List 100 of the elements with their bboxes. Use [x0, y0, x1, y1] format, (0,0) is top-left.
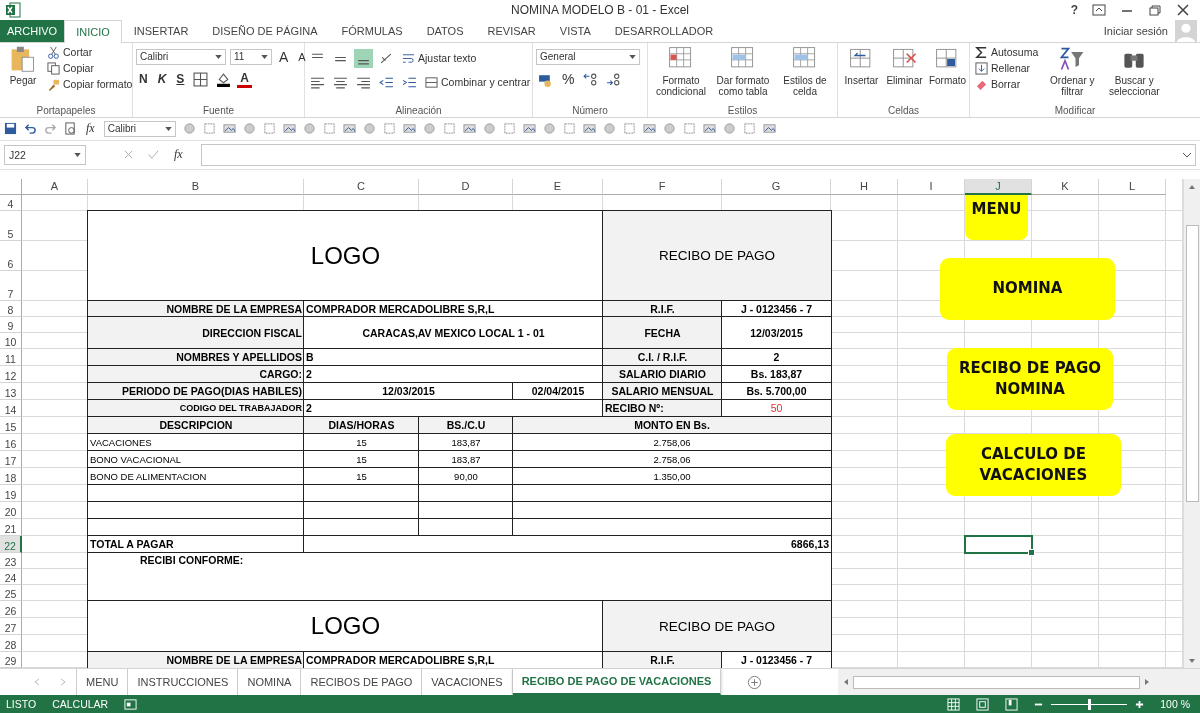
bold-button[interactable]: N [136, 72, 151, 87]
fill-down-icon [975, 61, 988, 75]
image-icon[interactable] [762, 122, 776, 136]
font-size-field[interactable]: 11 [230, 48, 272, 65]
restore-icon[interactable] [1148, 4, 1162, 16]
zoom-level[interactable]: 100 % [1160, 698, 1190, 710]
image-icon[interactable] [342, 122, 356, 136]
scroll-thumb[interactable] [1185, 224, 1199, 502]
page-break-icon[interactable] [1005, 697, 1019, 711]
styles-button[interactable]: Formato condicional [651, 44, 711, 97]
column-header[interactable]: E [513, 178, 603, 195]
row-header[interactable]: 5 [0, 210, 22, 241]
zoom-thumb[interactable] [1088, 698, 1092, 710]
add-sheet-icon[interactable] [747, 674, 763, 690]
image-icon[interactable] [282, 122, 296, 136]
sheet-button[interactable]: NOMINA [940, 257, 1115, 320]
sheet-button[interactable]: RECIBO DE PAGO NOMINA [947, 347, 1113, 410]
cells-button[interactable]: Eliminar [884, 44, 925, 86]
name-box[interactable]: J22 [4, 144, 86, 165]
ribbon-tab[interactable]: DATOS [414, 19, 476, 42]
vertical-scrollbar[interactable] [1183, 178, 1200, 669]
find-select-button[interactable]: Buscar y seleccionar [1104, 44, 1165, 97]
expand-icon[interactable] [1182, 151, 1192, 158]
ribbon-tab[interactable]: VISTA [547, 19, 603, 42]
styles-button[interactable]: Dar formato como tabla [713, 44, 773, 97]
insert-function-button[interactable]: fx [84, 121, 97, 137]
image-icon[interactable] [642, 122, 656, 136]
scroll-thumb[interactable] [853, 675, 1140, 689]
ribbon-tab[interactable]: DESARROLLADOR [602, 19, 726, 42]
styles-button[interactable]: Estilos de celda [775, 44, 835, 97]
merge-center-button[interactable]: Combinar y centrar [423, 74, 533, 90]
column-header[interactable]: F [603, 178, 722, 195]
image-icon[interactable] [222, 122, 236, 136]
normal-view-icon[interactable] [947, 697, 961, 711]
column-header[interactable]: H [831, 178, 898, 195]
font-color-button[interactable]: A [237, 70, 253, 88]
column-header[interactable]: K [1032, 178, 1099, 195]
sheet-button[interactable]: MENU [965, 194, 1028, 240]
column-header[interactable]: L [1099, 178, 1166, 195]
column-header[interactable]: A [22, 178, 88, 195]
column-header[interactable]: G [722, 178, 831, 195]
group-label: Portapapeles [35, 103, 97, 117]
calculate-status[interactable]: CALCULAR [52, 698, 109, 710]
wrap-text-button[interactable]: Ajustar texto [400, 50, 479, 66]
ribbon-tab[interactable]: INSERTAR [121, 19, 201, 42]
ribbon-tab[interactable]: INICIO [64, 19, 122, 43]
row-header[interactable]: 6 [0, 240, 22, 271]
horizontal-scrollbar[interactable] [838, 669, 1200, 696]
macro-record-icon[interactable] [124, 697, 138, 711]
print-preview-icon[interactable] [64, 122, 77, 136]
cells-button[interactable]: Insertar [841, 44, 882, 86]
close-icon[interactable] [1176, 4, 1190, 16]
sort-filter-button[interactable]: Ordenar y filtrar [1042, 44, 1103, 97]
sheet-tab[interactable]: RECIBO DE PAGO DE VACACIONES [512, 669, 722, 696]
help-button[interactable]: ? [1070, 3, 1078, 17]
selected-cell[interactable] [964, 534, 1033, 554]
sheet-button[interactable]: CALCULO DE VACACIONES [946, 433, 1121, 496]
number-format-field[interactable]: General [536, 48, 640, 65]
paste-button[interactable]: Pegar [3, 44, 43, 86]
table-cell: 1.350,00 [513, 467, 831, 485]
image-icon[interactable] [522, 122, 536, 136]
underline-button[interactable]: S [173, 72, 188, 87]
image-icon[interactable] [462, 122, 476, 136]
sign-in-link[interactable]: Iniciar sesión [1103, 24, 1168, 37]
shrink-font-button[interactable]: A [295, 50, 309, 63]
autosum-button[interactable]: Autosuma [973, 44, 1041, 60]
fill-button[interactable]: Rellenar [973, 60, 1041, 76]
column-header[interactable]: D [419, 178, 513, 195]
grow-font-button[interactable]: A [276, 48, 292, 65]
column-header[interactable]: I [898, 178, 965, 195]
align-bottom-icon[interactable] [354, 48, 373, 68]
formula-input[interactable] [200, 143, 1196, 166]
clear-button[interactable]: Borrar [973, 76, 1041, 92]
ribbon-tab[interactable]: DISEÑO DE PÁGINA [200, 19, 330, 42]
italic-button[interactable]: K [154, 72, 170, 87]
column-header[interactable]: J [965, 178, 1032, 195]
undo-icon[interactable] [24, 122, 37, 136]
row-header[interactable]: 7 [0, 270, 22, 301]
image-icon[interactable] [582, 122, 596, 136]
image-icon[interactable] [402, 122, 416, 136]
font-field[interactable]: Calibri [103, 120, 176, 137]
column-header[interactable]: C [304, 178, 419, 195]
image-icon[interactable] [702, 122, 716, 136]
zoom-in-icon[interactable] [1135, 699, 1145, 709]
ribbon-tab[interactable]: ARCHIVO [0, 19, 65, 42]
cells-button[interactable]: Formato [927, 44, 968, 86]
page-layout-icon[interactable] [976, 697, 990, 711]
copy-button[interactable]: Copiar [45, 60, 135, 76]
insert-function-button[interactable]: fx [172, 147, 185, 163]
format-painter-button[interactable]: Copiar formato [45, 76, 135, 92]
font-family-field[interactable]: Calibri [136, 48, 226, 65]
column-header[interactable]: B [88, 178, 304, 195]
ribbon-display-icon[interactable] [1092, 4, 1106, 16]
save-icon[interactable] [4, 122, 17, 136]
check-icon[interactable] [147, 148, 160, 162]
percent-button[interactable]: % [559, 71, 578, 88]
borders-icon[interactable] [191, 69, 211, 89]
cut-button[interactable]: Cortar [45, 44, 135, 60]
ribbon-tab[interactable]: FÓRMULAS [329, 19, 415, 42]
ribbon-tab[interactable]: REVISAR [475, 19, 548, 42]
